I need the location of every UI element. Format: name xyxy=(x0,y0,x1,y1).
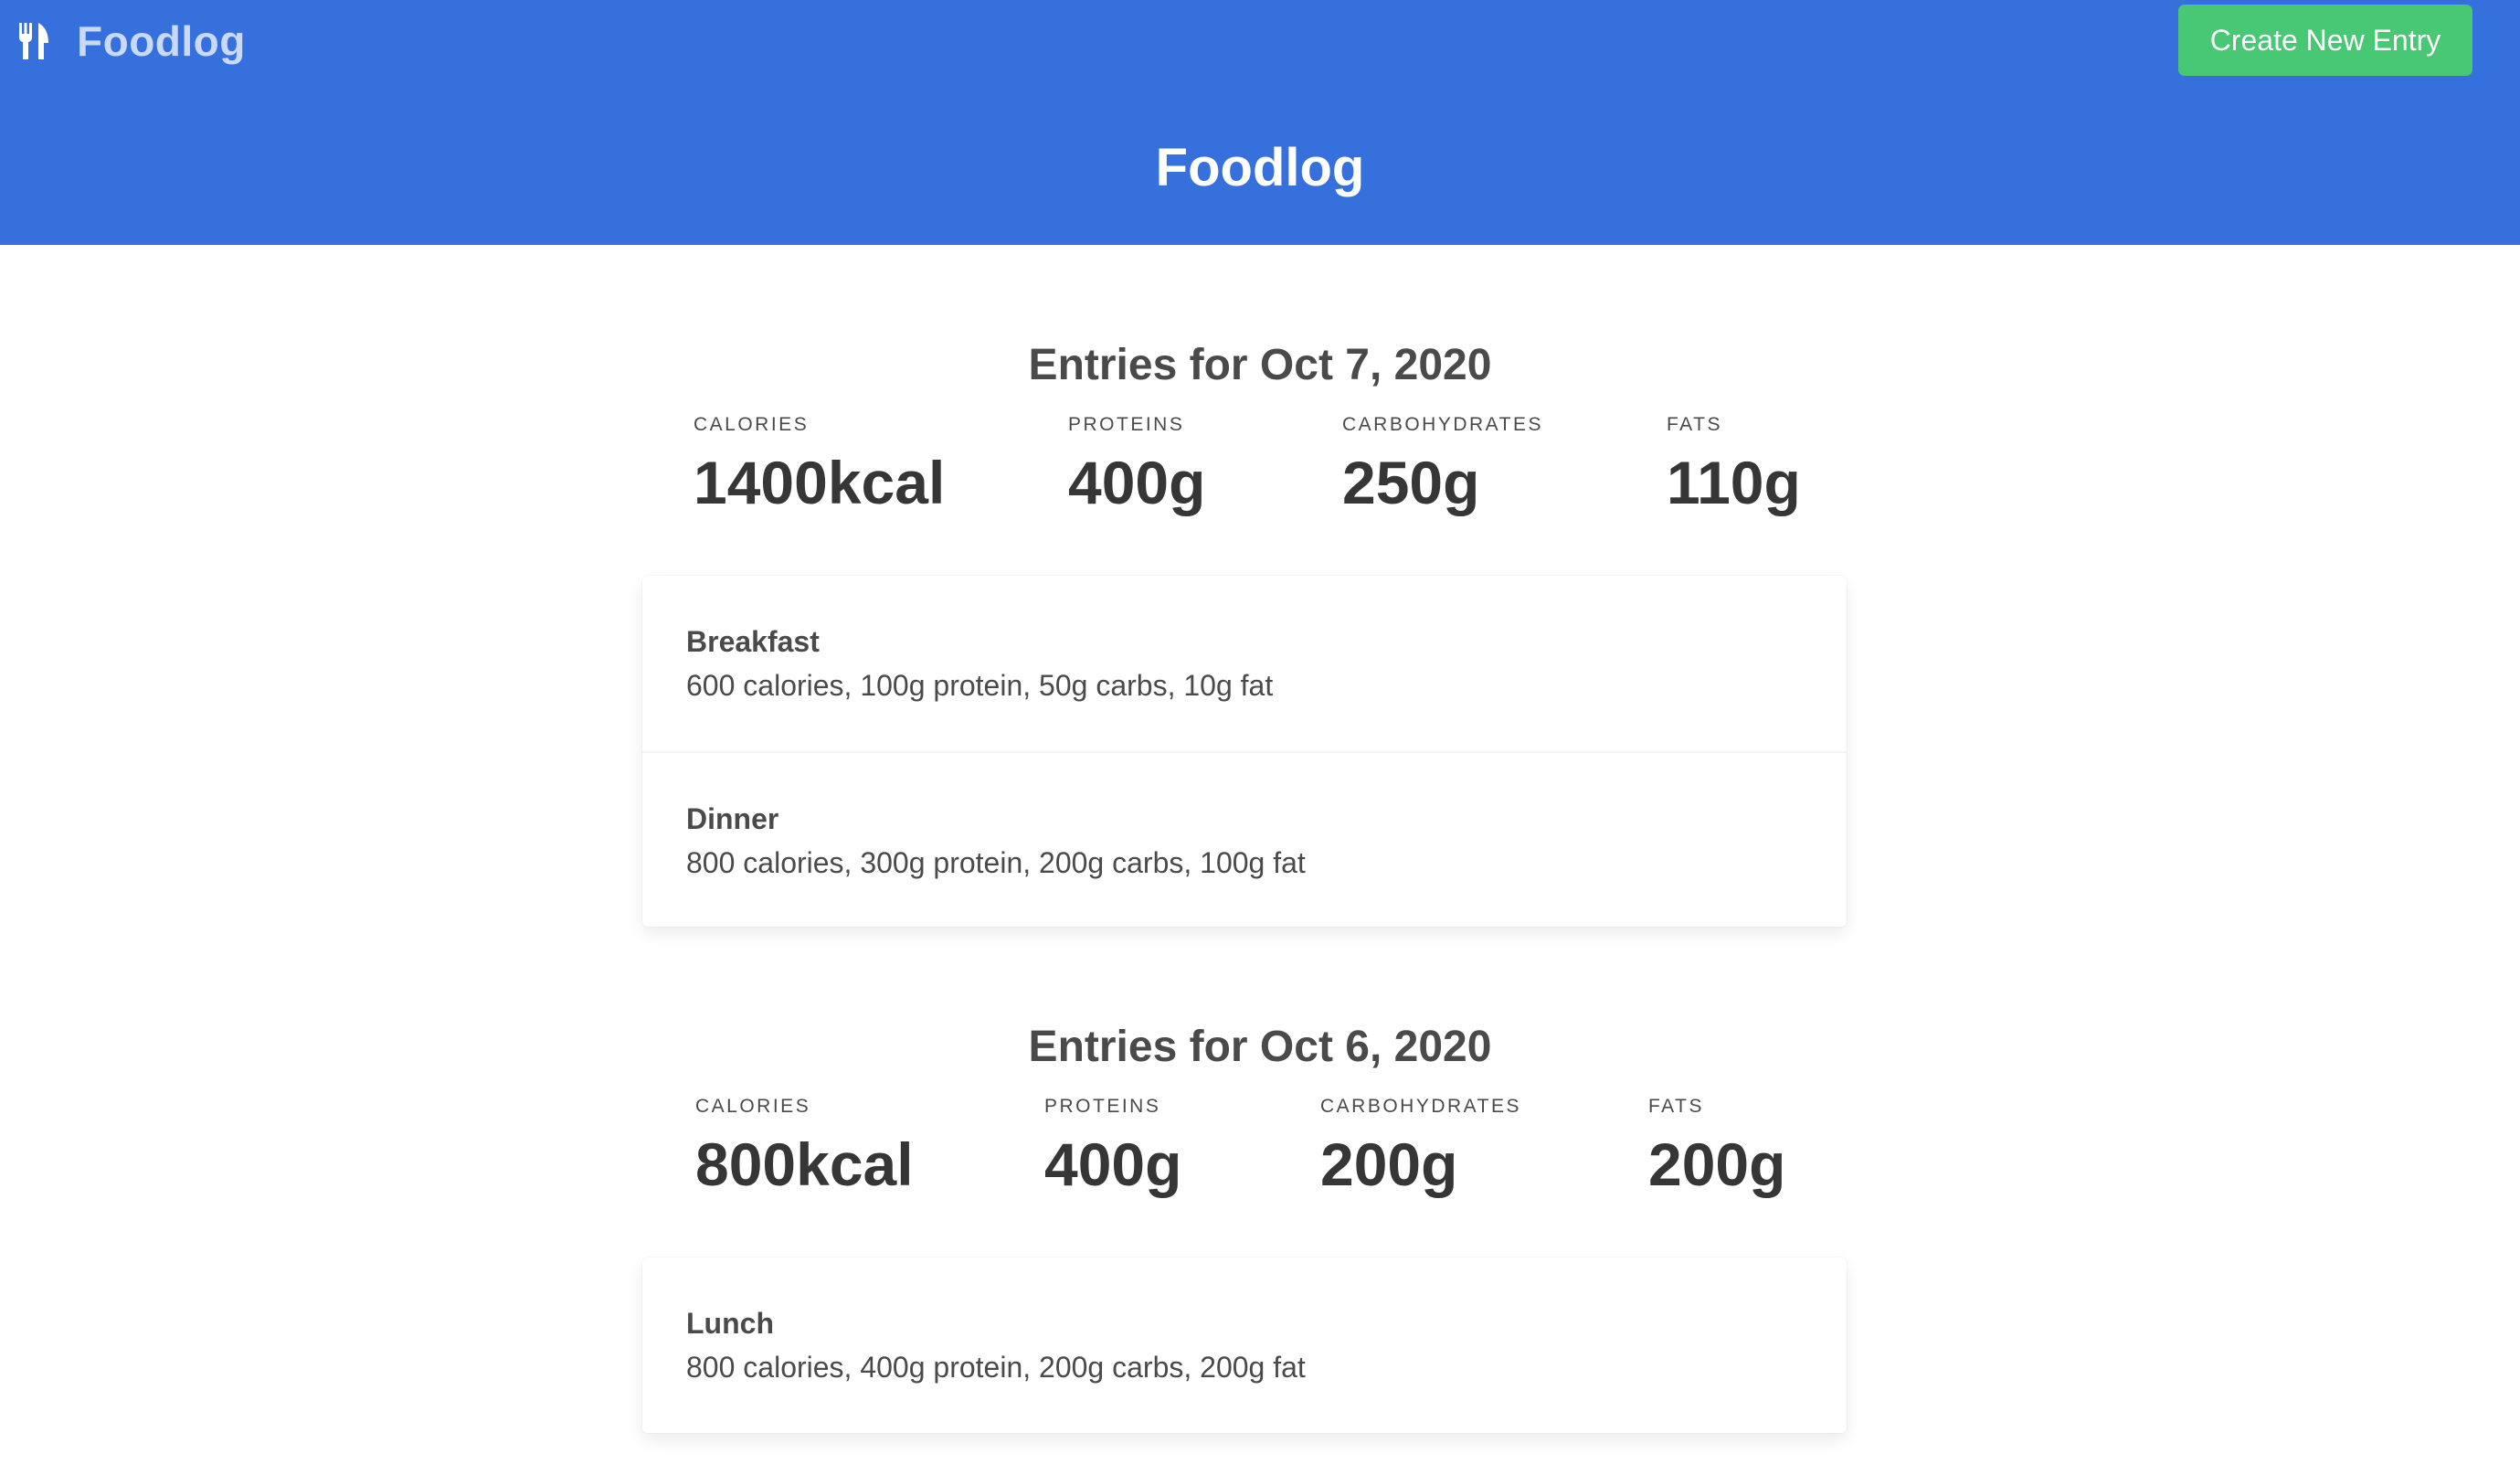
create-new-entry-button[interactable]: Create New Entry xyxy=(2178,5,2472,76)
day-section: Entries for Oct 7, 2020 CALORIES 1400kca… xyxy=(0,338,2520,530)
stat-label: PROTEINS xyxy=(1044,1096,1161,1117)
stat-carbohydrates: CARBOHYDRATES 250g xyxy=(1342,411,1543,519)
day-title: Entries for Oct 6, 2020 xyxy=(1028,1023,1492,1071)
entries-card: Lunch 800 calories, 400g protein, 200g c… xyxy=(642,1257,1847,1433)
entries-card: Breakfast 600 calories, 100g protein, 50… xyxy=(642,576,1847,927)
entry-item[interactable]: Breakfast 600 calories, 100g protein, 50… xyxy=(642,576,1847,751)
entry-item[interactable]: Dinner 800 calories, 300g protein, 200g … xyxy=(642,751,1847,927)
stat-fats: FATS 200g xyxy=(1648,1093,1785,1201)
stat-label: FATS xyxy=(1667,414,1722,435)
day-stats: CALORIES 1400kcal PROTEINS 400g CARBOHYD… xyxy=(0,411,2520,530)
stat-carbohydrates: CARBOHYDRATES 200g xyxy=(1320,1093,1521,1201)
stat-proteins: PROTEINS 400g xyxy=(1068,411,1205,519)
stat-calories: CALORIES 800kcal xyxy=(695,1093,914,1201)
stat-label: CALORIES xyxy=(694,414,810,435)
stat-value: 800kcal xyxy=(695,1130,914,1198)
hero-header: Foodlog Create New Entry Foodlog xyxy=(0,0,2520,245)
entry-name: Lunch xyxy=(686,1307,774,1340)
entry-item[interactable]: Lunch 800 calories, 400g protein, 200g c… xyxy=(642,1257,1847,1433)
stat-value: 200g xyxy=(1320,1130,1458,1198)
stat-value: 400g xyxy=(1068,449,1206,516)
fork-knife-icon xyxy=(19,23,48,59)
stat-value: 400g xyxy=(1044,1130,1182,1198)
stat-fats: FATS 110g xyxy=(1667,411,1801,519)
stat-label: FATS xyxy=(1648,1096,1704,1117)
stat-calories: CALORIES 1400kcal xyxy=(694,411,945,519)
entry-detail: 600 calories, 100g protein, 50g carbs, 1… xyxy=(686,669,1274,702)
stat-label: PROTEINS xyxy=(1068,414,1185,435)
entry-detail: 800 calories, 300g protein, 200g carbs, … xyxy=(686,846,1306,879)
day-stats: CALORIES 800kcal PROTEINS 400g CARBOHYDR… xyxy=(0,1093,2520,1212)
entry-name: Breakfast xyxy=(686,625,820,658)
entry-detail: 800 calories, 400g protein, 200g carbs, … xyxy=(686,1351,1306,1384)
stat-label: CARBOHYDRATES xyxy=(1320,1096,1521,1117)
stat-value: 110g xyxy=(1667,449,1801,516)
stat-label: CALORIES xyxy=(695,1096,811,1117)
stat-value: 1400kcal xyxy=(694,449,946,516)
day-section: Entries for Oct 6, 2020 CALORIES 800kcal… xyxy=(0,1020,2520,1212)
stat-proteins: PROTEINS 400g xyxy=(1044,1093,1181,1201)
page-title: Foodlog xyxy=(1155,138,1365,197)
stat-value: 200g xyxy=(1648,1130,1786,1198)
entry-name: Dinner xyxy=(686,802,779,835)
brand-link[interactable]: Foodlog xyxy=(18,9,246,73)
brand-label: Foodlog xyxy=(77,17,246,65)
stat-value: 250g xyxy=(1342,449,1480,516)
stat-label: CARBOHYDRATES xyxy=(1342,414,1543,435)
day-title: Entries for Oct 7, 2020 xyxy=(1028,341,1492,389)
